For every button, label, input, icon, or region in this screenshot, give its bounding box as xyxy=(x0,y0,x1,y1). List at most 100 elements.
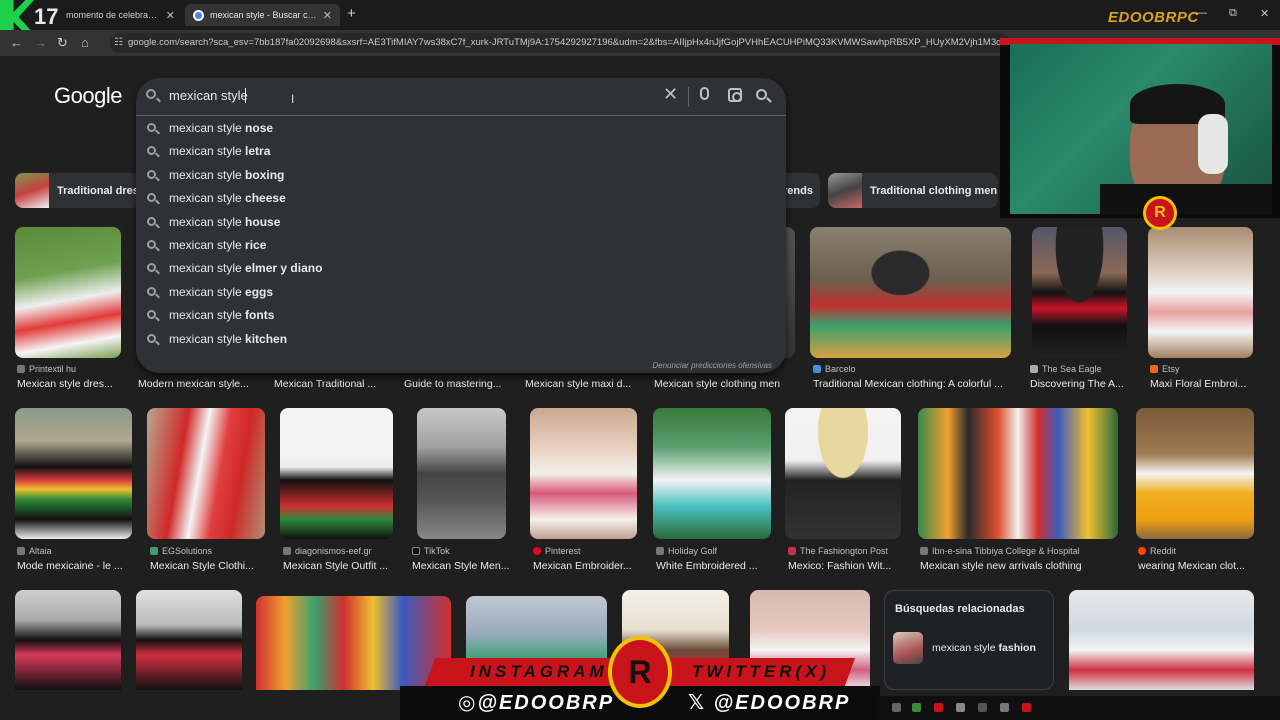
result-caption[interactable]: Mexican Embroider... xyxy=(533,560,643,572)
result-image[interactable] xyxy=(280,408,393,539)
tray-icon[interactable] xyxy=(934,703,943,712)
result-source[interactable]: Printextil hu xyxy=(17,364,127,374)
tray-icon[interactable] xyxy=(978,703,987,712)
suggestion-item[interactable]: mexican style letra xyxy=(136,140,786,163)
suggestion-item[interactable]: mexican style fonts xyxy=(136,304,786,327)
result-caption[interactable]: Mexican Style Men... xyxy=(412,560,517,572)
result-image[interactable] xyxy=(136,590,242,690)
result-caption[interactable]: Mexican style dres... xyxy=(17,378,127,390)
minimize-icon[interactable]: — xyxy=(1196,7,1207,19)
result-image[interactable] xyxy=(1136,408,1254,539)
result-caption[interactable]: Mexico: Fashion Wit... xyxy=(788,560,908,572)
maximize-icon[interactable]: ⧉ xyxy=(1229,7,1237,20)
result-image[interactable] xyxy=(653,408,771,539)
url-field[interactable]: google.com/search?sca_esv=7bb187fa020926… xyxy=(110,33,1010,53)
google-lens-icon[interactable] xyxy=(728,88,742,102)
source-favicon-icon xyxy=(813,365,821,373)
search-submit-icon[interactable] xyxy=(756,89,767,100)
tray-icon[interactable] xyxy=(1022,703,1031,712)
result-caption[interactable]: Maxi Floral Embroi... xyxy=(1150,378,1250,390)
result-source[interactable]: The Sea Eagle xyxy=(1030,364,1135,374)
result-source[interactable]: Barcelo xyxy=(813,364,1003,374)
suggestion-item[interactable]: mexican style rice xyxy=(136,234,786,257)
home-icon[interactable]: ⌂ xyxy=(81,35,89,50)
browser-tab-1[interactable]: momento de celebrar | Los I ✕ xyxy=(58,4,183,26)
result-caption[interactable]: Mexican Style Clothi... xyxy=(150,560,265,572)
result-caption[interactable]: Mexican style maxi d... xyxy=(525,378,635,390)
result-caption[interactable]: Guide to mastering... xyxy=(404,378,514,390)
result-caption[interactable]: Mexican Traditional ... xyxy=(274,378,384,390)
suggestion-item[interactable]: mexican style house xyxy=(136,211,786,234)
tray-icon[interactable] xyxy=(956,703,965,712)
back-icon[interactable]: ← xyxy=(10,35,23,50)
site-info-icon[interactable]: ☷ xyxy=(114,37,123,48)
result-caption[interactable]: Mexican style clothing men xyxy=(654,378,789,390)
google-logo[interactable]: Google xyxy=(54,83,122,109)
tray-icon[interactable] xyxy=(892,703,901,712)
result-image[interactable] xyxy=(1069,590,1254,690)
result-caption[interactable]: Mexican Style Outfit ... xyxy=(283,560,398,572)
result-source[interactable]: diagonismos-eef.gr xyxy=(283,546,398,556)
result-source[interactable]: EGSolutions xyxy=(150,546,265,556)
source-favicon-icon xyxy=(788,547,796,555)
chip-traditional-dress[interactable]: Traditional dress xyxy=(15,173,140,208)
result-image[interactable] xyxy=(147,408,265,539)
result-caption[interactable]: Traditional Mexican clothing: A colorful… xyxy=(813,378,1013,390)
forward-icon[interactable]: → xyxy=(34,35,47,50)
result-source[interactable]: The Fashiongton Post xyxy=(788,546,908,556)
chip-trends[interactable]: rends xyxy=(783,173,820,208)
tray-icon[interactable] xyxy=(912,703,921,712)
suggestion-label: mexican style fonts xyxy=(169,308,275,323)
result-image[interactable] xyxy=(918,408,1118,539)
tab-close-icon[interactable]: ✕ xyxy=(323,9,332,22)
system-tray xyxy=(878,696,1280,720)
suggestion-item[interactable]: mexican style elmer y diano xyxy=(136,257,786,280)
result-image[interactable] xyxy=(15,227,121,358)
result-source[interactable]: Pinterest xyxy=(533,546,643,556)
result-image[interactable] xyxy=(15,590,121,690)
result-source[interactable]: Etsy xyxy=(1150,364,1250,374)
result-image[interactable] xyxy=(785,408,901,539)
result-source[interactable]: Reddit xyxy=(1138,546,1253,556)
browser-tab-2-active[interactable]: mexican style - Buscar con Goo ✕ xyxy=(185,4,340,26)
result-source[interactable]: Altaia xyxy=(17,546,132,556)
chip-traditional-clothing-men[interactable]: Traditional clothing men xyxy=(828,173,998,208)
result-image[interactable] xyxy=(1148,227,1253,358)
new-tab-icon[interactable]: + xyxy=(347,5,356,22)
result-image[interactable] xyxy=(417,408,506,539)
related-search-item[interactable]: mexican style fashion xyxy=(893,631,1053,665)
reload-icon[interactable]: ↻ xyxy=(57,35,68,51)
result-caption[interactable]: Mexican style new arrivals clothing xyxy=(920,560,1120,572)
tray-icon[interactable] xyxy=(1000,703,1009,712)
result-image[interactable] xyxy=(530,408,637,539)
report-predictions-link[interactable]: Denunciar predicciones ofensivas xyxy=(652,361,772,370)
source-favicon-icon xyxy=(150,547,158,555)
x-icon: 𝕏 xyxy=(688,692,714,714)
suggestion-item[interactable]: mexican style boxing xyxy=(136,164,786,187)
result-source[interactable]: TikTok xyxy=(412,546,517,556)
channel-number: 17 xyxy=(34,4,59,29)
result-image[interactable] xyxy=(810,227,1011,358)
suggestion-item[interactable]: mexican style cheese xyxy=(136,187,786,210)
suggestion-item[interactable]: mexican style kitchen xyxy=(136,328,786,351)
streamer-shirt xyxy=(1100,184,1272,214)
microphone-icon[interactable] xyxy=(700,87,709,100)
tab-close-icon[interactable]: ✕ xyxy=(166,9,175,22)
result-caption[interactable]: wearing Mexican clot... xyxy=(1138,560,1253,572)
result-caption[interactable]: Discovering The A... xyxy=(1030,378,1130,390)
search-icon xyxy=(147,333,156,343)
suggestion-label: mexican style house xyxy=(169,214,281,229)
result-source[interactable]: Ibn-e-sina Tibbiya College & Hospital xyxy=(920,546,1120,556)
clear-icon[interactable]: ✕ xyxy=(663,84,678,105)
result-caption[interactable]: Modern mexican style... xyxy=(138,378,253,390)
result-caption[interactable]: Mode mexicaine - le ... xyxy=(17,560,132,572)
search-input[interactable]: mexican style xyxy=(169,88,248,103)
suggestion-item[interactable]: mexican style nose xyxy=(136,117,786,140)
result-source[interactable]: Holiday Golf xyxy=(656,546,771,556)
result-image[interactable] xyxy=(15,408,132,539)
source-favicon-icon xyxy=(1150,365,1158,373)
result-caption[interactable]: White Embroidered ... xyxy=(656,560,771,572)
result-image[interactable] xyxy=(1032,227,1127,358)
suggestion-item[interactable]: mexican style eggs xyxy=(136,281,786,304)
close-window-icon[interactable]: ✕ xyxy=(1260,7,1269,20)
